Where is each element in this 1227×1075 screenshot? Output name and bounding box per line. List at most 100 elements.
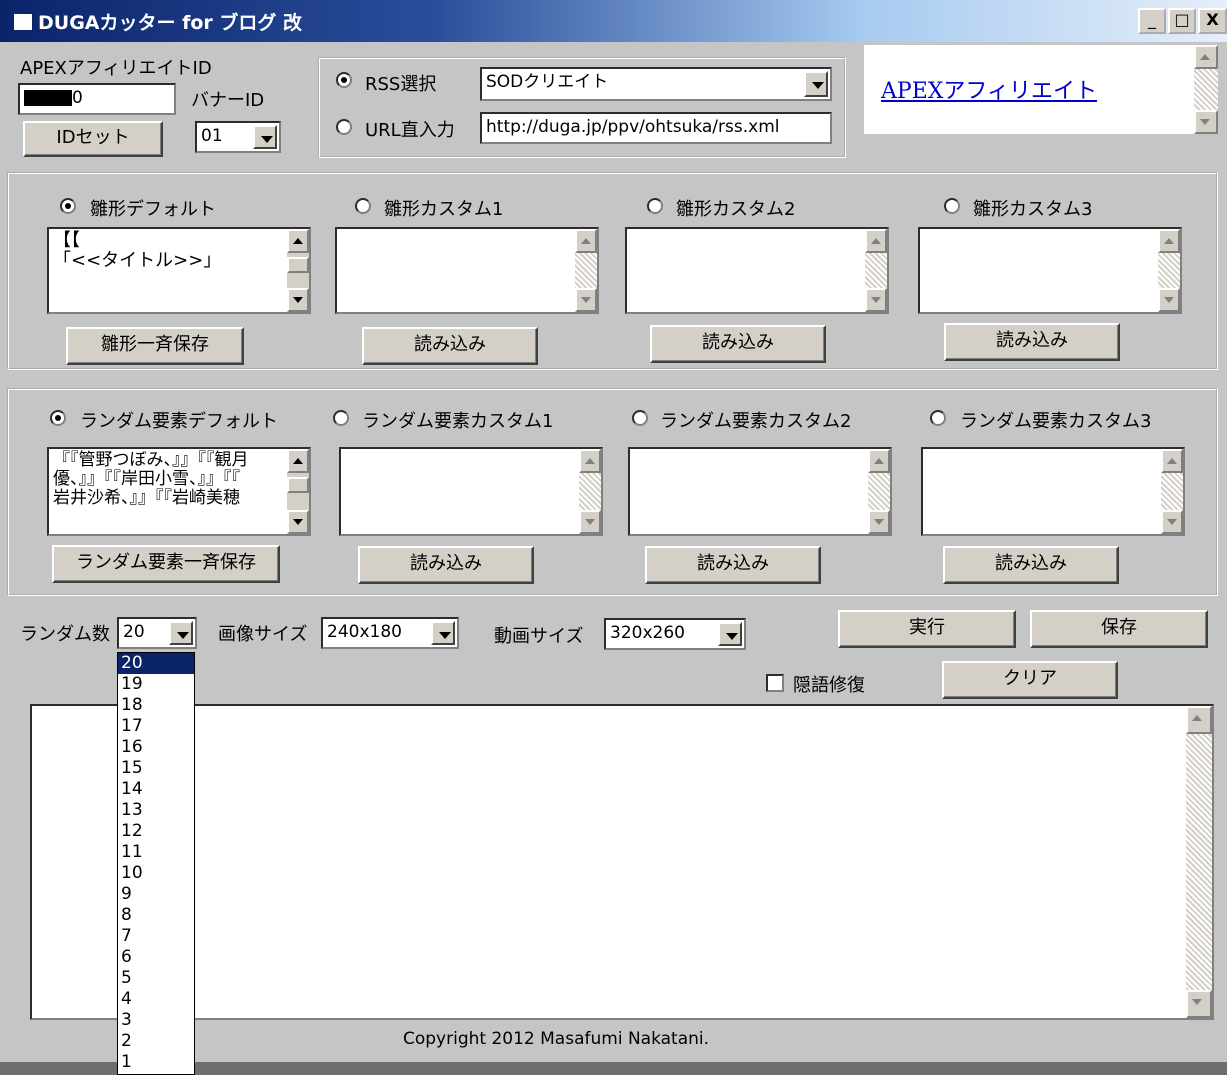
chevron-down-icon[interactable] [718,622,742,646]
random-custom1-load-button[interactable]: 読み込み [358,546,534,584]
template-default-textarea[interactable]: 【【 「<<タイトル>>」 [47,227,311,314]
template-custom1-load-button[interactable]: 読み込み [362,327,538,365]
textarea-scrollbar[interactable] [579,449,601,534]
apex-affiliate-link[interactable]: APEXアフィリエイト [881,73,1097,105]
rss-select-dropdown[interactable]: SODクリエイト [480,67,832,101]
run-button[interactable]: 実行 [838,610,1016,648]
scroll-down-icon[interactable] [287,510,309,534]
random-count-dropdown-list[interactable]: 20 19 18 17 16 15 14 13 12 11 10 9 8 7 6 5 4 3 2 1 [117,652,195,1075]
dropdown-option[interactable]: 20 [118,653,194,674]
image-size-select[interactable]: 240x180 [321,617,459,649]
template-default-radio[interactable] [60,198,76,214]
dropdown-option[interactable]: 15 [118,758,194,779]
scroll-down-icon[interactable] [575,288,597,312]
random-custom2-textarea[interactable] [628,447,892,536]
random-custom1-textarea[interactable] [339,447,603,536]
dropdown-option[interactable]: 7 [118,926,194,947]
url-direct-radio[interactable] [336,119,352,135]
scroll-down-icon[interactable] [287,288,309,312]
chevron-down-icon[interactable] [804,71,828,97]
textarea-scrollbar[interactable] [575,229,597,312]
scroll-down-icon[interactable] [1186,990,1212,1018]
close-button[interactable]: X [1198,8,1227,34]
scroll-up-icon[interactable] [1194,45,1218,69]
random-default-textarea[interactable]: 『『管野つぼみ、』』『『観月 優、』』『『岸田小雪、』』『『 岩井沙希、』』『『… [47,447,311,536]
textarea-scrollbar[interactable] [287,449,309,534]
apex-id-input[interactable]: 0 [18,83,176,115]
scroll-up-icon[interactable] [1158,229,1180,253]
textarea-scrollbar[interactable] [865,229,887,312]
dropdown-option[interactable]: 12 [118,821,194,842]
dropdown-option[interactable]: 19 [118,674,194,695]
maximize-button[interactable]: □ [1168,8,1196,34]
template-custom2-radio[interactable] [647,198,663,214]
template-custom1-radio[interactable] [355,198,371,214]
textarea-scrollbar[interactable] [287,229,309,312]
dropdown-option[interactable]: 9 [118,884,194,905]
textarea-scrollbar[interactable] [868,449,890,534]
scroll-up-icon[interactable] [1161,449,1183,473]
dropdown-option[interactable]: 3 [118,1010,194,1031]
scroll-up-icon[interactable] [287,229,309,253]
dropdown-option[interactable]: 10 [118,863,194,884]
dropdown-option[interactable]: 8 [118,905,194,926]
id-set-button[interactable]: IDセット [23,121,163,157]
template-save-all-button[interactable]: 雛形一斉保存 [66,327,244,365]
dropdown-option[interactable]: 2 [118,1031,194,1052]
chevron-down-icon[interactable] [169,621,193,645]
template-custom3-radio[interactable] [944,198,960,214]
random-custom2-radio[interactable] [632,410,648,426]
dropdown-option[interactable]: 4 [118,989,194,1010]
dropdown-option[interactable]: 6 [118,947,194,968]
url-input[interactable]: http://duga.jp/ppv/ohtsuka/rss.xml [480,112,832,144]
scroll-up-icon[interactable] [868,449,890,473]
textarea-scrollbar[interactable] [1158,229,1180,312]
dropdown-option[interactable]: 11 [118,842,194,863]
save-button[interactable]: 保存 [1030,610,1208,648]
video-size-select[interactable]: 320x260 [604,618,746,650]
template-custom3-load-button[interactable]: 読み込み [944,323,1120,361]
clear-button[interactable]: クリア [942,661,1118,699]
dropdown-option[interactable]: 13 [118,800,194,821]
scroll-down-icon[interactable] [868,510,890,534]
random-custom2-load-button[interactable]: 読み込み [645,546,821,584]
dropdown-option[interactable]: 17 [118,716,194,737]
scroll-down-icon[interactable] [579,510,601,534]
random-save-all-button[interactable]: ランダム要素一斉保存 [52,545,280,583]
chevron-down-icon[interactable] [431,621,455,645]
scroll-up-icon[interactable] [1186,706,1212,734]
dropdown-option[interactable]: 14 [118,779,194,800]
dropdown-option[interactable]: 16 [118,737,194,758]
scroll-up-icon[interactable] [579,449,601,473]
chevron-down-icon[interactable] [253,125,277,149]
scroll-up-icon[interactable] [287,449,309,473]
output-scrollbar[interactable] [1186,706,1212,1018]
scroll-down-icon[interactable] [865,288,887,312]
random-count-select[interactable]: 20 [117,617,197,649]
template-custom2-load-button[interactable]: 読み込み [650,325,826,363]
rss-select-radio[interactable] [336,72,352,88]
dropdown-option[interactable]: 1 [118,1052,194,1073]
minimize-button[interactable]: _ [1138,8,1166,34]
banner-id-select[interactable]: 01 [195,121,281,153]
random-custom3-textarea[interactable] [921,447,1185,536]
link-scrollbar[interactable] [1194,45,1218,134]
dropdown-option[interactable]: 18 [118,695,194,716]
random-custom3-load-button[interactable]: 読み込み [943,546,1119,584]
hidden-word-checkbox[interactable] [766,674,784,692]
template-custom3-textarea[interactable] [918,227,1182,314]
textarea-scrollbar[interactable] [1161,449,1183,534]
random-custom3-radio[interactable] [930,410,946,426]
random-default-radio[interactable] [50,410,66,426]
random-custom1-radio[interactable] [333,410,349,426]
output-textarea[interactable] [30,704,1214,1020]
scroll-down-icon[interactable] [1194,110,1218,134]
template-custom1-textarea[interactable] [335,227,599,314]
scroll-up-icon[interactable] [865,229,887,253]
scroll-up-icon[interactable] [575,229,597,253]
scroll-down-icon[interactable] [1161,510,1183,534]
dropdown-option[interactable]: 5 [118,968,194,989]
scroll-thumb[interactable] [287,477,309,493]
template-custom2-textarea[interactable] [625,227,889,314]
scroll-thumb[interactable] [287,257,309,273]
